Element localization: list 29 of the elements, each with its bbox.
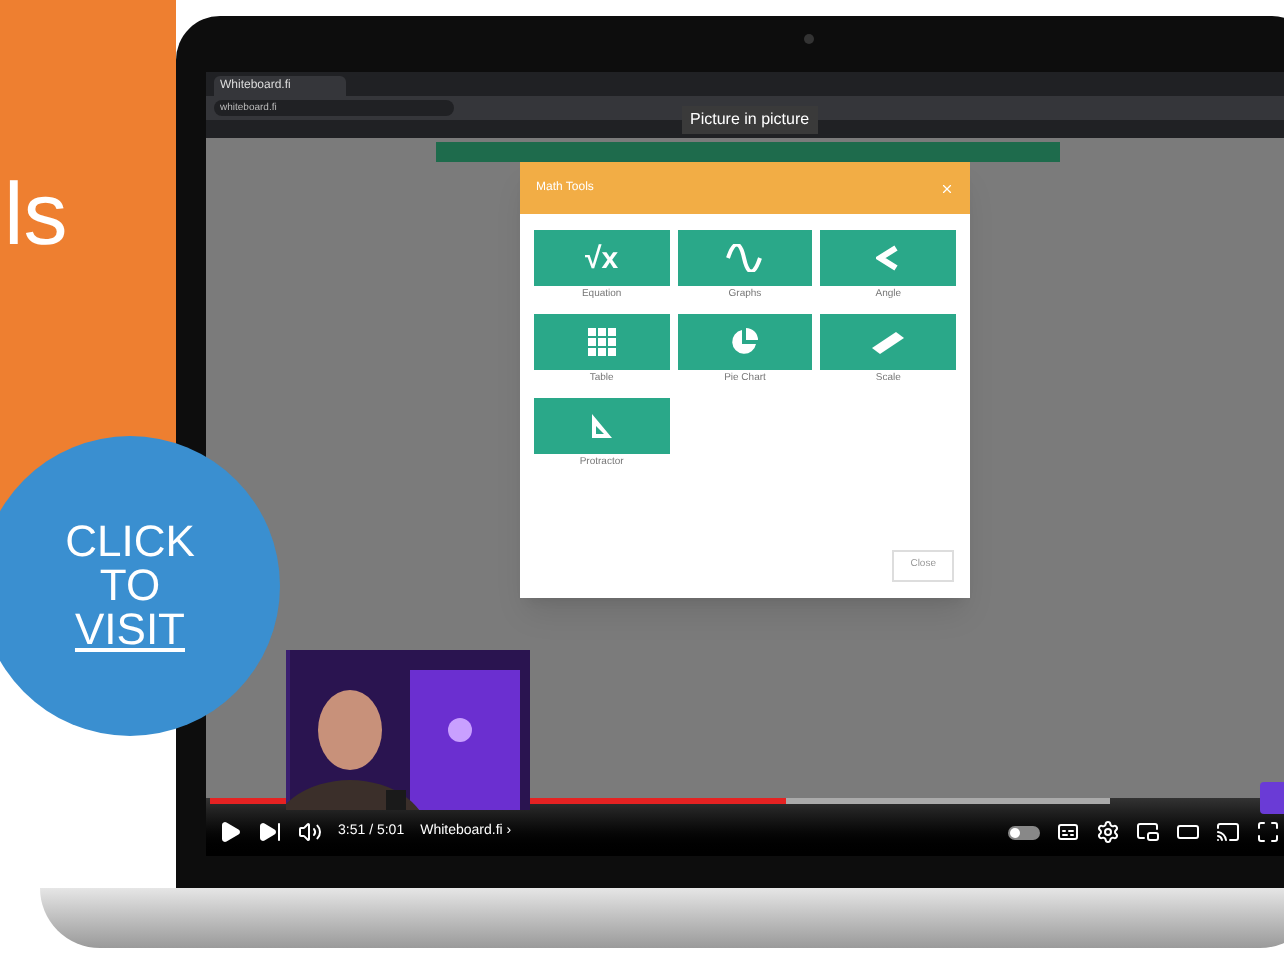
play-icon[interactable] bbox=[218, 820, 242, 844]
ruler-icon bbox=[870, 330, 907, 354]
cast-icon[interactable] bbox=[1216, 820, 1240, 844]
tool-tile[interactable] bbox=[820, 230, 956, 286]
autoplay-toggle[interactable] bbox=[1008, 825, 1040, 839]
badge-text: VISIT bbox=[74, 608, 185, 652]
camera-icon bbox=[804, 34, 814, 44]
settings-icon[interactable] bbox=[1096, 820, 1120, 844]
fullscreen-icon[interactable] bbox=[1256, 820, 1280, 844]
tool-tile[interactable] bbox=[677, 230, 813, 286]
tool-tile[interactable] bbox=[534, 398, 670, 454]
less-than-icon bbox=[876, 244, 901, 272]
theater-icon[interactable] bbox=[1176, 820, 1200, 844]
tool-tile[interactable] bbox=[534, 314, 670, 370]
tool-tile[interactable] bbox=[820, 314, 956, 370]
pip-banner: Picture in picture bbox=[682, 106, 818, 134]
wave-icon bbox=[726, 244, 763, 272]
app-logo-icon bbox=[1260, 782, 1284, 814]
badge-text: CLICK bbox=[65, 520, 195, 564]
next-icon[interactable] bbox=[258, 820, 282, 844]
pie-chart-icon bbox=[730, 328, 759, 356]
grid-icon bbox=[587, 328, 616, 356]
badge-text: TO bbox=[99, 564, 161, 608]
volume-icon[interactable] bbox=[298, 820, 322, 844]
square-root-icon: √x bbox=[585, 243, 619, 273]
miniplayer-icon[interactable] bbox=[1136, 820, 1160, 844]
tool-tile[interactable] bbox=[677, 314, 813, 370]
heading-text: ls bbox=[4, 172, 70, 260]
captions-icon[interactable] bbox=[1056, 820, 1080, 844]
